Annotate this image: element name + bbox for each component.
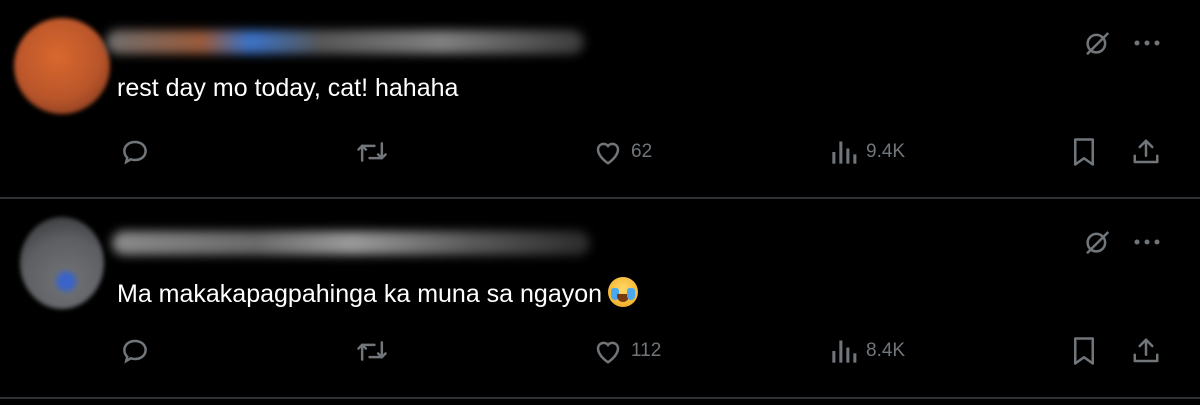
action-bar: 62 9.4K [120, 136, 1165, 168]
speech-bubble-icon [120, 336, 150, 366]
reply-text: Ma makakapagpahinga ka muna sa ngayon [117, 277, 639, 309]
view-count: 8.4K [866, 340, 906, 361]
heart-icon [593, 138, 623, 166]
repost-button[interactable] [356, 136, 388, 168]
avatar[interactable] [20, 217, 104, 309]
speech-bubble-icon [120, 137, 150, 167]
more-options-icon[interactable] [1132, 39, 1162, 47]
views-button[interactable]: 8.4K [830, 335, 905, 367]
like-button[interactable]: 62 [593, 136, 652, 168]
action-bar: 112 8.4K [120, 335, 1165, 367]
share-button[interactable] [1131, 136, 1161, 168]
repost-arrows-icon [356, 336, 388, 366]
redacted-username [106, 30, 584, 54]
reply-button[interactable] [120, 136, 150, 168]
grok-icon[interactable] [1082, 227, 1112, 257]
reply-item[interactable]: Ma makakapagpahinga ka muna sa ngayon 11… [0, 199, 1200, 399]
bar-chart-icon [830, 336, 858, 366]
reply-button[interactable] [120, 335, 150, 367]
avatar[interactable] [14, 18, 110, 114]
view-count: 9.4K [866, 141, 906, 162]
like-count: 112 [631, 340, 662, 361]
bookmark-icon [1070, 137, 1098, 167]
repost-button[interactable] [356, 335, 388, 367]
face-with-tears-of-joy-icon [608, 277, 639, 307]
bookmark-button[interactable] [1070, 136, 1098, 168]
grok-icon[interactable] [1082, 28, 1112, 58]
bar-chart-icon [830, 137, 858, 167]
reply-item[interactable]: rest day mo today, cat! hahaha 62 9.4K [0, 0, 1200, 199]
more-options-icon[interactable] [1132, 238, 1162, 246]
reply-text-content: Ma makakapagpahinga ka muna sa ngayon [117, 280, 603, 308]
repost-arrows-icon [356, 137, 388, 167]
heart-icon [593, 337, 623, 365]
reply-text: rest day mo today, cat! hahaha [117, 74, 459, 102]
like-button[interactable]: 112 [593, 335, 661, 367]
bookmark-icon [1070, 336, 1098, 366]
redacted-username [112, 231, 590, 255]
views-button[interactable]: 9.4K [830, 136, 905, 168]
bookmark-button[interactable] [1070, 335, 1098, 367]
share-upload-icon [1131, 137, 1161, 167]
share-button[interactable] [1131, 335, 1161, 367]
share-upload-icon [1131, 336, 1161, 366]
like-count: 62 [631, 141, 653, 162]
